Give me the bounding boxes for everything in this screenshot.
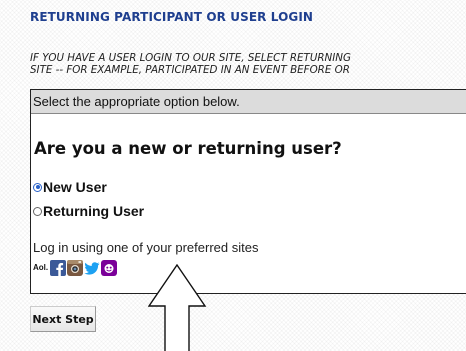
- twitter-icon[interactable]: [84, 260, 100, 276]
- instagram-icon[interactable]: [67, 260, 84, 276]
- info-line: IF YOU HAVE A USER LOGIN TO OUR SITE, SE…: [30, 52, 351, 64]
- returning-user-radio[interactable]: [33, 206, 42, 216]
- info-line: SITE -- FOR EXAMPLE, PARTICIPATED IN AN …: [30, 64, 350, 76]
- panel-header: Select the appropriate option below.: [31, 90, 466, 114]
- yahoo-icon[interactable]: [101, 260, 118, 276]
- next-step-button[interactable]: Next Step: [30, 306, 96, 332]
- options-panel: Select the appropriate option below. Are…: [30, 89, 466, 294]
- facebook-icon[interactable]: [50, 260, 67, 276]
- user-type-question: Are you a new or returning user?: [34, 139, 342, 158]
- aol-icon[interactable]: Aol.: [33, 260, 48, 276]
- new-user-radio[interactable]: [33, 182, 42, 192]
- up-arrow-annotation: [148, 264, 207, 351]
- info-text: IF YOU HAVE A USER LOGIN TO OUR SITE, SE…: [30, 52, 351, 76]
- new-user-option[interactable]: New User: [33, 179, 107, 195]
- new-user-label: New User: [43, 179, 107, 195]
- returning-user-label: Returning User: [43, 203, 145, 219]
- returning-user-option[interactable]: Returning User: [33, 203, 144, 219]
- section-heading: RETURNING PARTICIPANT OR USER LOGIN: [30, 10, 314, 24]
- social-login-icons: Aol.: [33, 260, 118, 276]
- social-login-prompt: Log in using one of your preferred sites: [33, 240, 259, 255]
